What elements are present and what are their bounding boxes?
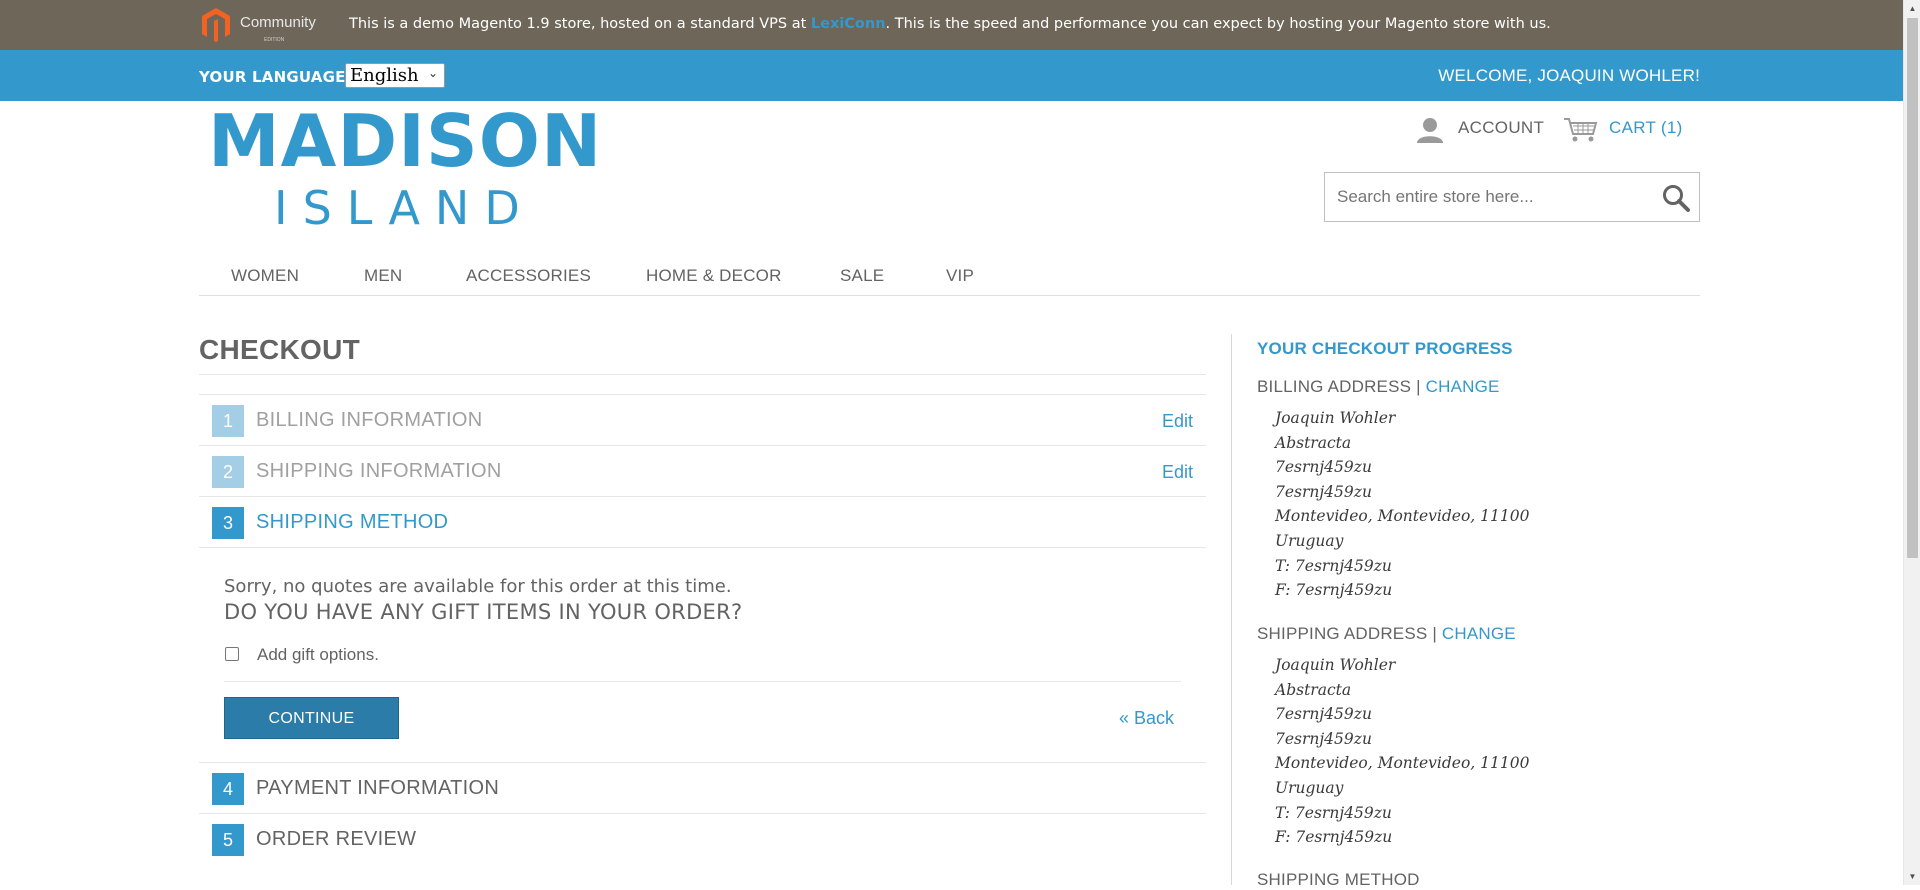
address-line: Joaquin Wohler xyxy=(1275,409,1396,427)
demo-notice-bar: Community EDITION This is a demo Magento… xyxy=(0,0,1903,50)
divider xyxy=(224,681,1181,682)
continue-button[interactable]: CONTINUE xyxy=(224,697,399,739)
search-icon xyxy=(1663,185,1690,212)
step-number: 1 xyxy=(212,405,244,437)
nav-item-men[interactable]: MEN xyxy=(364,266,402,286)
logo-community-text: Community xyxy=(240,14,316,31)
search-box xyxy=(1324,172,1700,222)
step-payment-information: 4 PAYMENT INFORMATION xyxy=(199,762,1206,813)
shipping-address-heading: SHIPPING ADDRESS | CHANGE xyxy=(1257,624,1516,643)
welcome-message: WELCOME, JOAQUIN WOHLER! xyxy=(1438,66,1700,85)
step-title: ORDER REVIEW xyxy=(256,828,417,850)
gift-options-checkbox[interactable] xyxy=(225,647,239,661)
step-title[interactable]: BILLING INFORMATION xyxy=(256,409,482,432)
magento-community-logo[interactable]: Community EDITION xyxy=(200,5,320,45)
step-title[interactable]: SHIPPING INFORMATION xyxy=(256,460,502,483)
shipping-method-panel: Sorry, no quotes are available for this … xyxy=(199,548,1206,763)
gift-items-question: DO YOU HAVE ANY GIFT ITEMS IN YOUR ORDER… xyxy=(224,600,743,624)
address-line: Uruguay xyxy=(1275,778,1344,797)
address-line: Montevideo, Montevideo, 11100 xyxy=(1275,754,1530,773)
demo-notice-text: This is a demo Magento 1.9 store, hosted… xyxy=(349,16,1551,32)
address-line: 7esrnj459zu xyxy=(1275,705,1372,724)
address-line: T: 7esrnj459zu xyxy=(1275,556,1392,575)
main-navigation: WOMEN MEN ACCESSORIES HOME & DECOR SALE … xyxy=(199,262,1700,296)
store-logo-madison[interactable]: MADISON xyxy=(208,101,602,181)
step-number: 2 xyxy=(212,456,244,488)
address-line: F: 7esrnj459zu xyxy=(1275,581,1393,600)
checkout-progress-title: YOUR CHECKOUT PROGRESS xyxy=(1257,339,1513,358)
account-icon[interactable] xyxy=(1416,116,1444,144)
step-shipping-information[interactable]: 2 SHIPPING INFORMATION Edit xyxy=(199,445,1206,496)
scrollbar-thumb[interactable] xyxy=(1907,18,1918,558)
address-line: Joaquin Wohler xyxy=(1275,656,1396,674)
address-line: T: 7esrnj459zu xyxy=(1275,803,1392,822)
lexiconn-link[interactable]: LexiConn xyxy=(811,16,886,32)
address-line: 7esrnj459zu xyxy=(1275,482,1372,501)
edit-shipping-link[interactable]: Edit xyxy=(1162,462,1193,483)
cart-link[interactable]: CART (1) xyxy=(1609,118,1683,138)
step-shipping-method: 3 SHIPPING METHOD xyxy=(199,496,1206,548)
address-line: 7esrnj459zu xyxy=(1275,729,1372,748)
cart-icon[interactable] xyxy=(1563,116,1599,144)
step-number: 3 xyxy=(212,507,244,539)
address-line: Uruguay xyxy=(1275,531,1344,550)
logo-edition-text: EDITION xyxy=(264,37,285,43)
step-number: 5 xyxy=(212,824,244,856)
page-title: CHECKOUT xyxy=(199,334,361,365)
address-line: Abstracta xyxy=(1275,433,1352,452)
store-logo-island[interactable]: ISLAND xyxy=(274,183,535,233)
address-line: Abstracta xyxy=(1275,680,1352,699)
search-button[interactable] xyxy=(1661,183,1691,213)
address-line: Montevideo, Montevideo, 11100 xyxy=(1275,507,1530,526)
step-title: PAYMENT INFORMATION xyxy=(256,777,500,799)
billing-address-heading: BILLING ADDRESS | CHANGE xyxy=(1257,377,1500,396)
edit-billing-link[interactable]: Edit xyxy=(1162,411,1193,432)
gift-options-label[interactable]: Add gift options. xyxy=(257,645,379,665)
address-line: 7esrnj459zu xyxy=(1275,458,1372,477)
nav-item-vip[interactable]: VIP xyxy=(946,266,974,286)
nav-item-sale[interactable]: SALE xyxy=(840,266,884,286)
scroll-up-arrow-icon[interactable]: ▲ xyxy=(1904,0,1920,17)
change-billing-link[interactable]: CHANGE xyxy=(1426,377,1500,396)
change-shipping-link[interactable]: CHANGE xyxy=(1442,624,1516,643)
language-label: YOUR LANGUAGE: xyxy=(199,68,352,86)
divider xyxy=(199,374,1206,375)
nav-item-home-decor[interactable]: HOME & DECOR xyxy=(646,266,782,286)
step-order-review: 5 ORDER REVIEW xyxy=(199,813,1206,864)
header-language-bar: YOUR LANGUAGE: English ⌄ WELCOME, JOAQUI… xyxy=(0,50,1903,101)
back-link[interactable]: « Back xyxy=(1119,708,1174,729)
account-link[interactable]: ACCOUNT xyxy=(1458,118,1544,138)
scroll-down-arrow-icon[interactable]: ▼ xyxy=(1904,868,1920,885)
shipping-method-heading: SHIPPING METHOD xyxy=(1257,870,1420,889)
language-select[interactable]: English ⌄ xyxy=(345,63,445,88)
language-selected-value: English xyxy=(350,65,419,86)
nav-item-accessories[interactable]: ACCESSORIES xyxy=(466,266,591,286)
billing-address-block: Joaquin Wohler Abstracta 7esrnj459zu 7es… xyxy=(1275,406,1529,603)
shipping-address-block: Joaquin Wohler Abstracta 7esrnj459zu 7es… xyxy=(1275,653,1529,850)
step-title: SHIPPING METHOD xyxy=(256,511,449,533)
sidebar-divider xyxy=(1231,334,1232,885)
page-scrollbar[interactable]: ▲ ▼ xyxy=(1903,0,1920,885)
address-line: F: 7esrnj459zu xyxy=(1275,828,1393,847)
chevron-down-icon: ⌄ xyxy=(427,66,438,80)
nav-item-women[interactable]: WOMEN xyxy=(231,266,299,286)
step-billing-information[interactable]: 1 BILLING INFORMATION Edit xyxy=(199,394,1206,445)
step-number: 4 xyxy=(212,773,244,805)
no-quotes-message: Sorry, no quotes are available for this … xyxy=(224,576,732,597)
search-input[interactable] xyxy=(1335,173,1635,221)
